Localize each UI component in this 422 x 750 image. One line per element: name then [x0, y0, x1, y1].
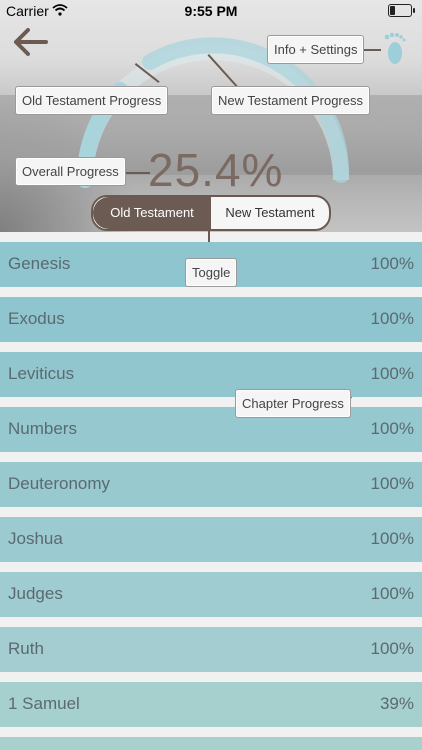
list-item[interactable]: Deuteronomy 100%	[0, 462, 422, 507]
new-testament-progress-callout: New Testament Progress	[211, 86, 370, 115]
chapter-progress-callout: Chapter Progress	[235, 389, 351, 418]
info-settings-button[interactable]	[381, 31, 407, 67]
list-item[interactable]: 1 Samuel 39%	[0, 682, 422, 727]
tab-new-testament[interactable]: New Testament	[211, 197, 329, 229]
book-percent: 100%	[370, 419, 414, 438]
toggle-callout: Toggle	[185, 258, 238, 287]
book-name: Ruth	[8, 639, 44, 658]
book-percent: 100%	[370, 529, 414, 548]
old-testament-progress-callout: Old Testament Progress	[15, 86, 169, 115]
list-item[interactable]: Judges 100%	[0, 572, 422, 617]
arrow-left-icon	[14, 28, 48, 56]
book-percent: 100%	[370, 639, 414, 658]
list-item[interactable]: Leviticus 100%	[0, 352, 422, 397]
book-name: Joshua	[8, 529, 63, 548]
overall-percent: 25.4%	[148, 144, 284, 196]
book-percent: 39%	[379, 694, 414, 713]
book-percent: 100%	[370, 309, 414, 328]
list-item[interactable]: Numbers 100%	[0, 407, 422, 452]
book-name: Leviticus	[8, 364, 75, 383]
book-name: Deuteronomy	[8, 474, 111, 493]
book-percent: 100%	[370, 474, 414, 493]
overall-progress-callout: Overall Progress	[15, 157, 126, 186]
info-settings-callout: Info + Settings	[267, 35, 365, 64]
list-item[interactable]: Joshua 100%	[0, 517, 422, 562]
book-percent: 100%	[370, 254, 414, 273]
footprints-icon	[384, 32, 406, 64]
book-name: Exodus	[8, 309, 65, 328]
book-name: Genesis	[8, 254, 71, 273]
book-name: Judges	[8, 584, 63, 603]
status-bar: Carrier 9:55 PM	[0, 0, 422, 22]
connector-line	[124, 172, 150, 174]
list-item[interactable]: Exodus 100%	[0, 297, 422, 342]
testament-toggle[interactable]: Old Testament New Testament	[91, 195, 331, 231]
book-percent: 100%	[370, 584, 414, 603]
tab-old-testament[interactable]: Old Testament	[93, 197, 211, 229]
book-name: 1 Samuel	[8, 694, 80, 713]
clock: 9:55 PM	[184, 3, 238, 19]
battery-icon	[388, 4, 415, 17]
list-item-partial	[0, 737, 422, 750]
book-percent: 100%	[370, 364, 414, 383]
book-name: Numbers	[8, 419, 77, 438]
list-item[interactable]: Ruth 100%	[0, 627, 422, 672]
back-button[interactable]	[10, 24, 50, 60]
